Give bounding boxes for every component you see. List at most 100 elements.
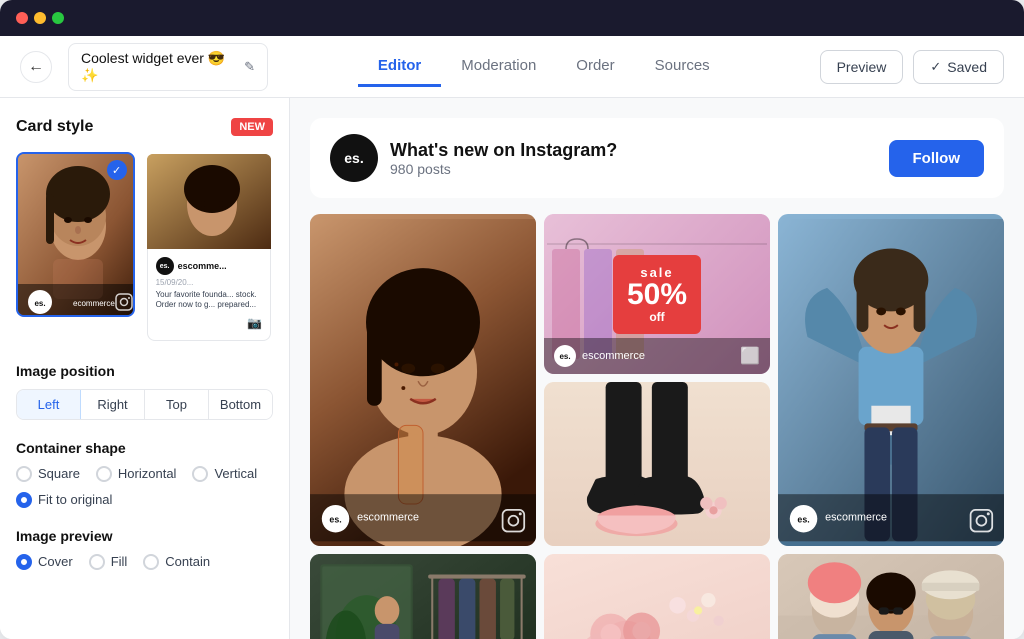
- radio-square-circle: [16, 466, 32, 482]
- flowers-svg: [544, 554, 770, 639]
- check-icon: ✓: [930, 59, 941, 75]
- sale-box: sale 50% off: [613, 255, 701, 334]
- saved-button[interactable]: ✓ Saved: [913, 50, 1004, 84]
- svg-text:es.: es.: [797, 515, 809, 525]
- clothing-store-svg: [310, 554, 536, 639]
- shape-horizontal-label: Horizontal: [118, 466, 177, 481]
- card-option-2[interactable]: es. escomme... 15/09/20... Your favorite…: [145, 152, 273, 343]
- card-options: ✓: [16, 152, 273, 343]
- minimize-button[interactable]: [34, 12, 46, 24]
- header-actions: Preview ✓ Saved: [820, 50, 1004, 84]
- fashion-svg: es. escommerce: [778, 214, 1004, 546]
- close-button[interactable]: [16, 12, 28, 24]
- photo-grid: es. escommerce: [310, 214, 1004, 639]
- container-shape-row-2: Fit to original: [16, 492, 273, 508]
- photo-fashion[interactable]: es. escommerce: [778, 214, 1004, 546]
- main-content: Card style NEW ✓: [0, 98, 1024, 639]
- widget-name-text: Coolest widget ever 😎✨: [81, 50, 236, 84]
- pos-btn-top[interactable]: Top: [145, 390, 209, 419]
- shape-horizontal[interactable]: Horizontal: [96, 466, 177, 482]
- tab-order[interactable]: Order: [556, 47, 634, 87]
- nav-tabs: Editor Moderation Order Sources: [284, 47, 804, 86]
- photo-friends[interactable]: [778, 554, 1004, 639]
- sale-brand-badge: es.: [554, 345, 576, 367]
- right-panel: es. What's new on Instagram? 980 posts F…: [290, 98, 1024, 639]
- container-shape-row-1: Square Horizontal Vertical: [16, 466, 273, 482]
- tab-moderation[interactable]: Moderation: [441, 47, 556, 87]
- pos-btn-right[interactable]: Right: [81, 390, 145, 419]
- image-preview-title: Image preview: [16, 528, 273, 544]
- preview-cover[interactable]: Cover: [16, 554, 73, 570]
- feed-info: What's new on Instagram? 980 posts: [390, 140, 889, 177]
- image-position-title: Image position: [16, 363, 273, 379]
- tab-editor[interactable]: Editor: [358, 47, 441, 87]
- radio-horizontal-circle: [96, 466, 112, 482]
- sale-overlay: es. escommerce ⬜: [544, 338, 770, 374]
- radio-fill-circle: [89, 554, 105, 570]
- traffic-lights: [16, 12, 64, 24]
- card-2-brand: escomme...: [178, 261, 227, 271]
- radio-contain-circle: [143, 554, 159, 570]
- feed-header: es. What's new on Instagram? 980 posts F…: [310, 118, 1004, 198]
- card-style-header: Card style NEW: [16, 118, 273, 136]
- sale-brand-name: escommerce: [582, 350, 645, 362]
- sale-ig-icon: ⬜: [740, 346, 760, 366]
- tab-sources[interactable]: Sources: [635, 47, 730, 87]
- preview-fill-label: Fill: [111, 554, 128, 569]
- container-shape-title: Container shape: [16, 440, 273, 456]
- shape-fit-original-label: Fit to original: [38, 492, 112, 507]
- shape-fit-original[interactable]: Fit to original: [16, 492, 112, 508]
- card-2-text: Your favorite founda... stock. Order now…: [156, 290, 262, 311]
- feed-avatar: es.: [330, 134, 378, 182]
- widget-name-field[interactable]: Coolest widget ever 😎✨ ✎: [68, 43, 268, 91]
- pos-btn-bottom[interactable]: Bottom: [209, 390, 272, 419]
- new-badge: NEW: [231, 118, 273, 136]
- title-bar: [0, 0, 1024, 36]
- maximize-button[interactable]: [52, 12, 64, 24]
- radio-fit-original-circle: [16, 492, 32, 508]
- shape-square[interactable]: Square: [16, 466, 80, 482]
- preview-contain[interactable]: Contain: [143, 554, 210, 570]
- header: ← Coolest widget ever 😎✨ ✎ Editor Modera…: [0, 36, 1024, 98]
- card-2-image: [147, 154, 271, 249]
- card-style-title: Card style: [16, 118, 93, 136]
- sidebar: Card style NEW ✓: [0, 98, 290, 639]
- shape-vertical[interactable]: Vertical: [192, 466, 257, 482]
- radio-cover-circle: [16, 554, 32, 570]
- preview-button[interactable]: Preview: [820, 50, 904, 84]
- svg-text:ecommerce: ecommerce: [73, 299, 115, 308]
- card-option-1[interactable]: ✓: [16, 152, 135, 317]
- feed-posts: 980 posts: [390, 161, 889, 177]
- image-preview-options: Cover Fill Contain: [16, 554, 273, 570]
- svg-text:escommerce: escommerce: [357, 512, 419, 524]
- preview-contain-label: Contain: [165, 554, 210, 569]
- radio-vertical-circle: [192, 466, 208, 482]
- sale-off: off: [627, 310, 687, 324]
- back-button[interactable]: ←: [20, 51, 52, 83]
- svg-text:es.: es.: [34, 299, 45, 308]
- app-container: ← Coolest widget ever 😎✨ ✎ Editor Modera…: [0, 0, 1024, 639]
- saved-label: Saved: [947, 59, 987, 75]
- sale-percent: 50%: [627, 280, 687, 310]
- photo-clothing-store[interactable]: [310, 554, 536, 639]
- friends-svg: [778, 554, 1004, 639]
- card-2-ig-icon: 📷: [247, 316, 262, 330]
- shoes-svg: [544, 382, 770, 546]
- follow-button[interactable]: Follow: [889, 140, 985, 177]
- edit-icon: ✎: [244, 59, 255, 75]
- preview-fill[interactable]: Fill: [89, 554, 128, 570]
- face-main-svg: es. escommerce: [310, 214, 536, 546]
- shape-square-label: Square: [38, 466, 80, 481]
- photo-flowers[interactable]: [544, 554, 770, 639]
- photo-face-main[interactable]: es. escommerce: [310, 214, 536, 546]
- selected-check-icon: ✓: [107, 160, 127, 180]
- pos-btn-left[interactable]: Left: [17, 390, 81, 419]
- svg-text:es.: es.: [329, 515, 341, 525]
- svg-text:escommerce: escommerce: [825, 512, 887, 524]
- photo-sale[interactable]: sale 50% off es. escommerce ⬜: [544, 214, 770, 374]
- card-2-date: 15/09/20...: [156, 278, 262, 287]
- feed-title: What's new on Instagram?: [390, 140, 889, 161]
- photo-shoes[interactable]: [544, 382, 770, 546]
- image-position-buttons: Left Right Top Bottom: [16, 389, 273, 420]
- container-shape-options: Square Horizontal Vertical Fit to origin…: [16, 466, 273, 508]
